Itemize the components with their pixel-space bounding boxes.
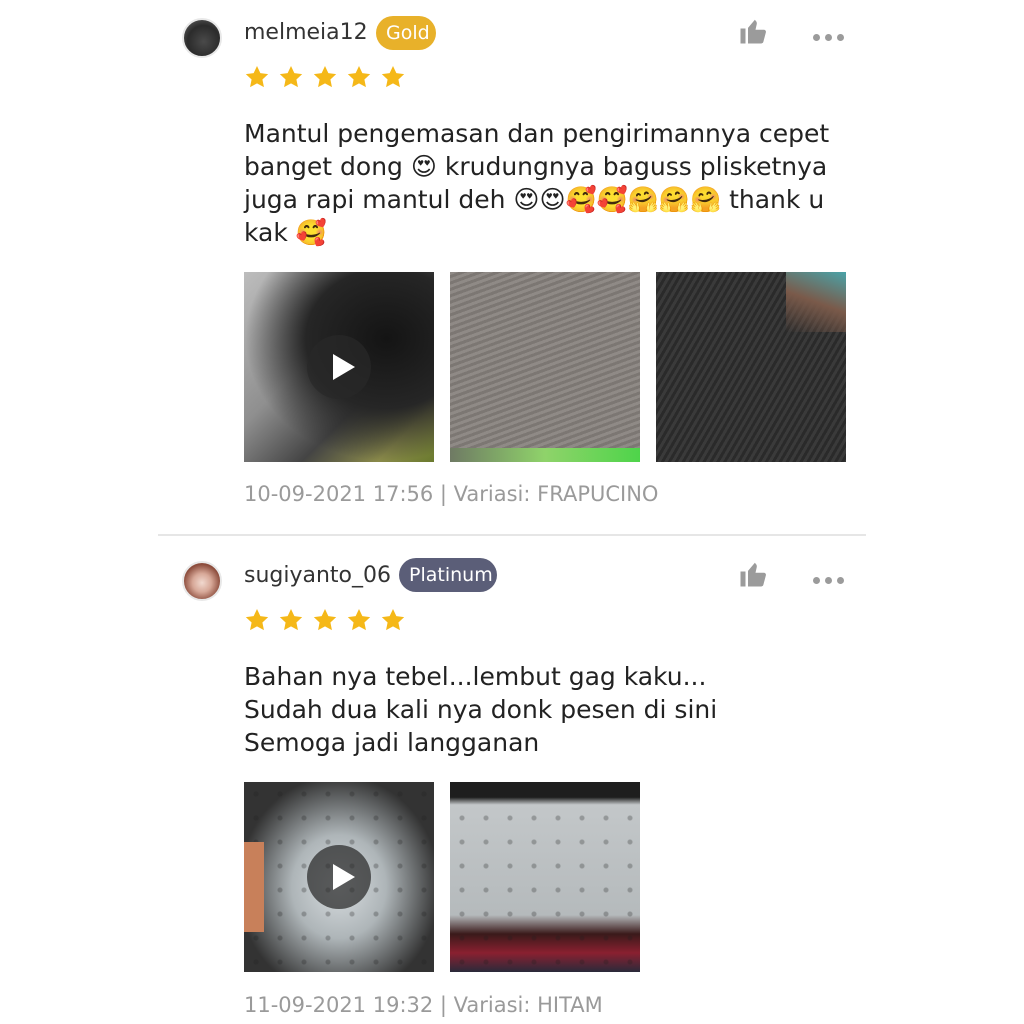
more-options-icon[interactable]	[813, 26, 849, 41]
star-icon	[245, 608, 269, 631]
avatar[interactable]	[182, 561, 222, 601]
review-photo-thumbnail[interactable]	[656, 272, 846, 462]
review-video-thumbnail[interactable]	[244, 272, 434, 462]
review-photo-thumbnail[interactable]	[450, 272, 640, 462]
play-icon[interactable]	[307, 335, 371, 399]
review-video-thumbnail[interactable]	[244, 782, 434, 972]
star-icon	[348, 608, 371, 631]
star-rating	[244, 64, 409, 94]
review-item: sugiyanto_06 Platinum Bahan nya tebel...…	[158, 536, 866, 1024]
review-photo-thumbnail[interactable]	[450, 782, 640, 972]
review-comment: Mantul pengemasan dan pengirimannya cepe…	[244, 119, 830, 247]
thumbs-up-icon[interactable]	[738, 559, 768, 589]
review-meta: 10-09-2021 17:56 | Variasi: FRAPUCINO	[244, 482, 659, 506]
review-meta: 11-09-2021 19:32 | Variasi: HITAM	[244, 993, 603, 1017]
membership-badge: Platinum	[399, 558, 497, 592]
review-comment: Bahan nya tebel...lembut gag kaku... Sud…	[244, 662, 718, 757]
star-icon	[314, 65, 337, 88]
star-icon	[382, 65, 405, 88]
username[interactable]: melmeia12	[244, 20, 368, 46]
star-icon	[348, 65, 371, 88]
username[interactable]: sugiyanto_06	[244, 563, 391, 589]
more-options-icon[interactable]	[813, 569, 849, 584]
star-icon	[314, 608, 337, 631]
star-icon	[279, 608, 303, 631]
membership-badge: Gold	[376, 16, 436, 50]
star-icon	[279, 65, 303, 88]
thumbs-up-icon[interactable]	[738, 16, 768, 46]
star-icon	[245, 65, 269, 88]
star-rating	[244, 607, 409, 637]
star-icon	[382, 608, 405, 631]
avatar[interactable]	[182, 18, 222, 58]
play-icon[interactable]	[307, 845, 371, 909]
review-item: melmeia12 Gold Mantul pengemasan dan pen…	[158, 0, 866, 536]
